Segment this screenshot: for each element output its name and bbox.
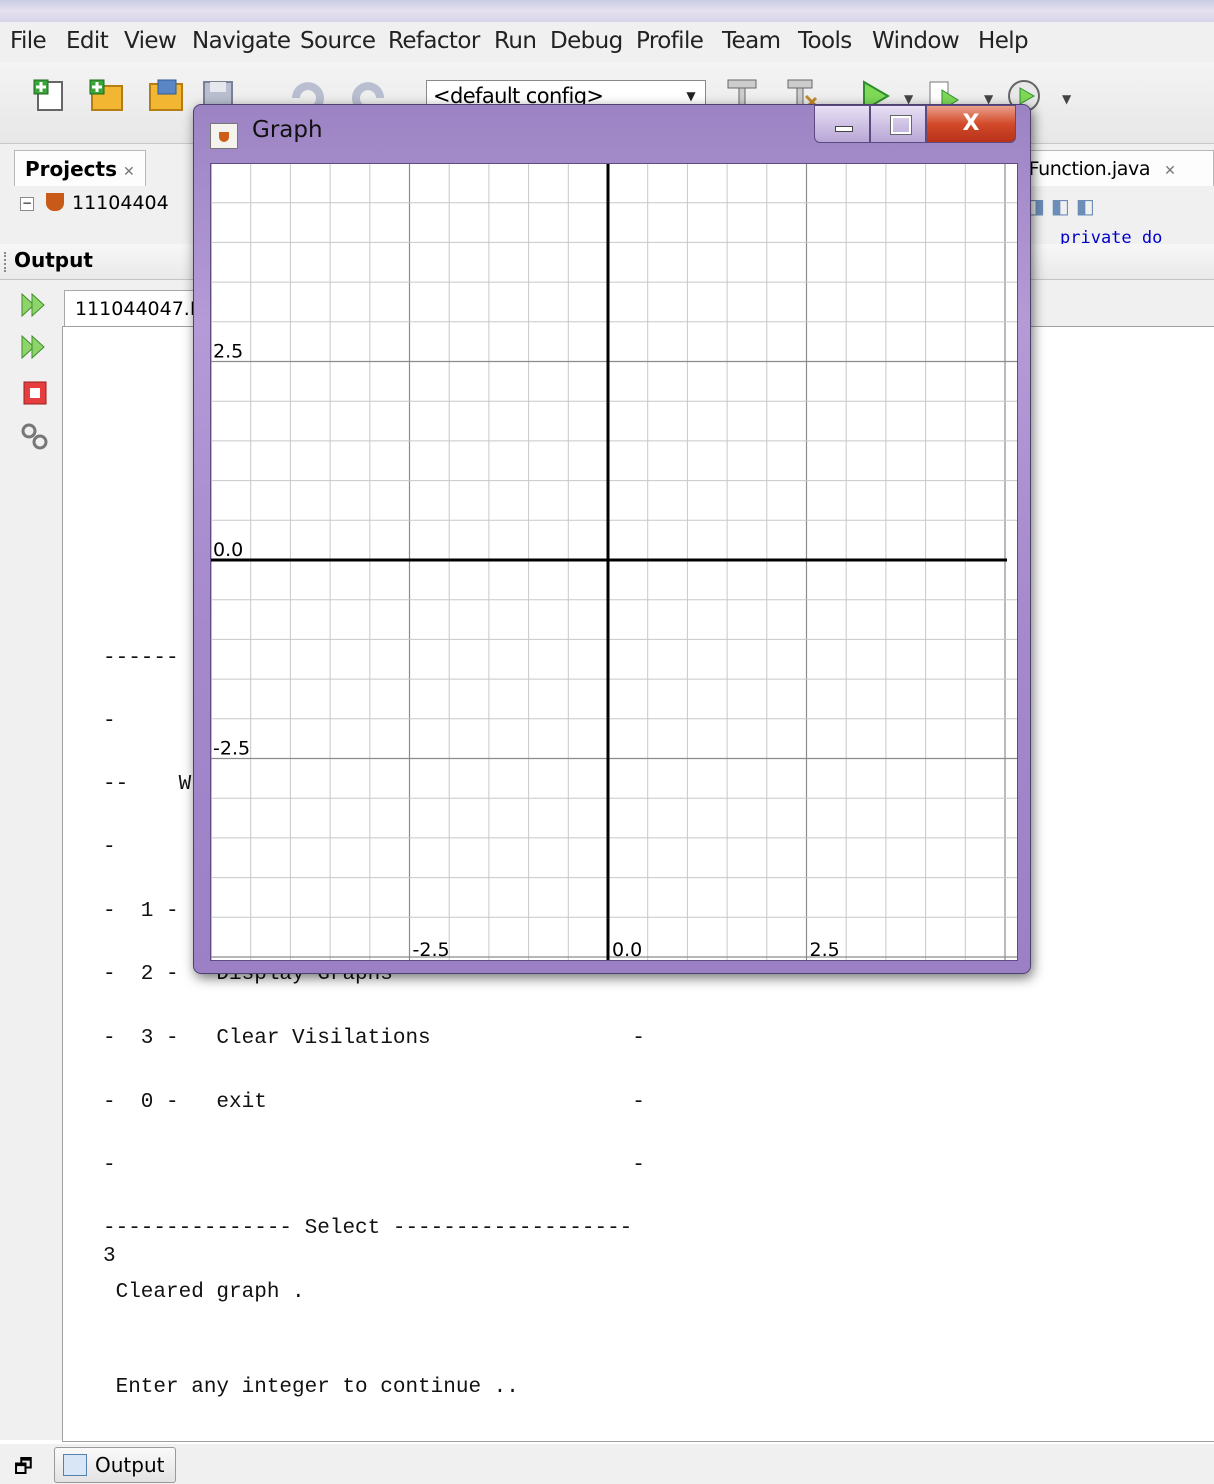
console-line: 3 — [103, 1245, 116, 1268]
console-line: --------------- Select -----------------… — [103, 1217, 633, 1240]
menu-source[interactable]: Source — [294, 26, 381, 56]
collapse-icon[interactable]: − — [20, 197, 34, 211]
restore-window-icon[interactable]: 🗗 — [14, 1452, 48, 1478]
bottom-output-label: Output — [95, 1453, 165, 1477]
forward-icon[interactable]: ◧ — [1076, 194, 1101, 218]
menu-file[interactable]: File — [4, 26, 52, 56]
menu-debug[interactable]: Debug — [544, 26, 629, 56]
menubar: File Edit View Navigate Source Refactor … — [0, 22, 1214, 62]
tab-projects-label: Projects — [25, 157, 118, 181]
console-line: - 3 - Clear Visilations - — [103, 1027, 645, 1050]
graph-window-title: Graph — [252, 117, 323, 143]
new-project-icon[interactable] — [88, 78, 124, 114]
bottom-output-tab[interactable]: Output — [54, 1447, 176, 1483]
menu-refactor[interactable]: Refactor — [382, 26, 486, 56]
menu-help[interactable]: Help — [972, 26, 1034, 56]
x-tick-label: 0.0 — [612, 939, 642, 960]
graph-window[interactable]: Graph X 2.5 0.0 -2.5 -2.5 0.0 2.5 — [193, 104, 1031, 974]
tab-projects[interactable]: Projects ✕ — [14, 150, 146, 186]
drag-grip-icon[interactable] — [4, 252, 10, 272]
console-line: Cleared graph . — [103, 1281, 305, 1304]
close-icon[interactable]: ✕ — [1164, 163, 1176, 179]
graph-canvas-frame: 2.5 0.0 -2.5 -2.5 0.0 2.5 — [210, 163, 1018, 961]
tab-editor-file[interactable]: nFunction.java ✕ — [1010, 150, 1214, 186]
editor-toolbar: ◨◧◧ — [1026, 194, 1101, 218]
menu-profile[interactable]: Profile — [630, 26, 709, 56]
project-tree-root[interactable]: − 11104404 — [20, 192, 169, 214]
bottom-bar: 🗗 Output — [0, 1444, 1214, 1484]
menu-team[interactable]: Team — [716, 26, 786, 56]
close-icon[interactable]: ✕ — [123, 164, 135, 180]
close-button[interactable]: X — [926, 105, 1016, 143]
settings-icon[interactable] — [18, 420, 52, 454]
y-tick-label: -2.5 — [213, 738, 250, 760]
minimize-button[interactable] — [814, 105, 870, 143]
window-controls: X — [814, 105, 1016, 145]
ide-title-strip — [0, 0, 1214, 22]
console-line: - — [103, 836, 116, 859]
console-line: - - — [103, 1154, 645, 1177]
rerun-with-params-icon[interactable] — [18, 330, 52, 364]
new-file-icon[interactable] — [32, 78, 68, 114]
java-project-icon — [46, 193, 64, 211]
output-side-toolbar — [0, 280, 62, 1440]
output-title: Output — [14, 248, 93, 272]
maximize-button[interactable] — [870, 105, 926, 143]
menu-view[interactable]: View — [118, 26, 182, 56]
open-project-icon[interactable] — [148, 78, 184, 114]
output-window-icon — [63, 1454, 87, 1476]
menu-run[interactable]: Run — [488, 26, 542, 56]
console-line: -- W — [103, 773, 192, 796]
console-line: Enter any integer to continue .. — [103, 1376, 519, 1399]
console-line: - 1 - — [103, 900, 179, 923]
back-icon[interactable]: ◧ — [1051, 194, 1076, 218]
menu-navigate[interactable]: Navigate — [186, 26, 296, 56]
console-line: ------ — [103, 647, 179, 670]
rerun-icon[interactable] — [18, 288, 52, 322]
project-name: 11104404 — [72, 192, 169, 214]
y-tick-label: 0.0 — [213, 539, 243, 561]
y-tick-label: 2.5 — [213, 341, 243, 363]
console-line: - — [103, 710, 116, 733]
x-tick-label: 2.5 — [810, 939, 840, 960]
tab-editor-label: nFunction.java — [1017, 158, 1151, 180]
java-app-icon — [210, 123, 238, 149]
profile-dropdown-icon[interactable]: ▼ — [1062, 92, 1071, 106]
graph-canvas[interactable]: 2.5 0.0 -2.5 -2.5 0.0 2.5 — [211, 164, 1017, 960]
menu-edit[interactable]: Edit — [60, 26, 114, 56]
console-line: - 0 - exit - — [103, 1091, 645, 1114]
tab-output-run[interactable]: 111044047.H — [64, 290, 214, 326]
stop-icon[interactable] — [18, 376, 52, 410]
menu-window[interactable]: Window — [866, 26, 965, 56]
x-tick-label: -2.5 — [413, 939, 450, 960]
menu-tools[interactable]: Tools — [792, 26, 858, 56]
